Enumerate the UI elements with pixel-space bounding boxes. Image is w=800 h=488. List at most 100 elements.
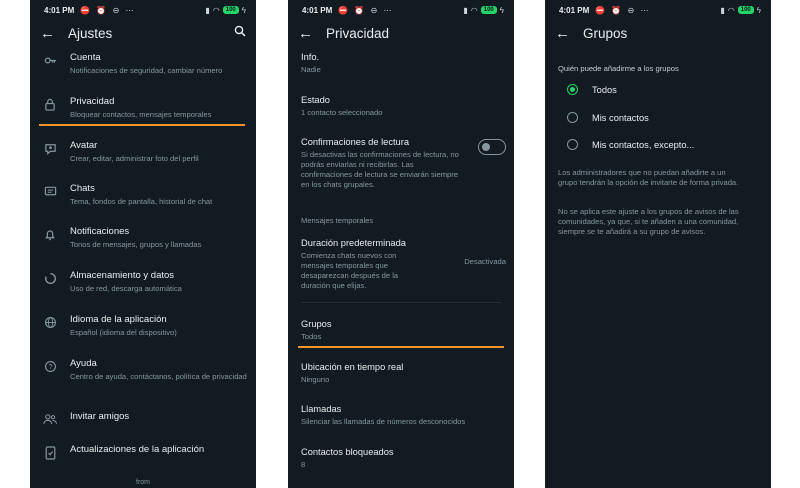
- privacidad-highlight-underline: [39, 124, 245, 126]
- settings-item-title: Almacenamiento y datos: [70, 270, 175, 281]
- groups-note-admins: Los administradores que no puedan añadir…: [558, 168, 739, 187]
- status-time: 4:01 PM: [302, 5, 333, 15]
- groups-screen: 4:01 PM ⛔ ⏰ ⊖ ⋯ ▮ ◠ 100 ϟ ← Grupos Quién…: [545, 0, 771, 488]
- groups-heading: Quién puede añadirme a los grupos: [558, 64, 679, 73]
- app-bar: ← Grupos: [545, 20, 771, 46]
- settings-item-subtitle: Notificaciones de seguridad, cambiar núm…: [70, 66, 223, 75]
- settings-item-subtitle: Tema, fondos de pantalla, historial de c…: [70, 197, 213, 206]
- settings-item-title: Invitar amigos: [70, 411, 130, 422]
- settings-item-privacidad[interactable]: Privacidad Bloquear contactos, mensajes t…: [30, 96, 256, 120]
- wifi-icon: ◠: [727, 5, 735, 15]
- privacy-item-title: Info.: [301, 52, 320, 62]
- settings-item-title: Avatar: [70, 140, 98, 151]
- key-icon: [30, 52, 70, 76]
- app-bar: ← Ajustes: [30, 20, 256, 46]
- divider: [301, 302, 501, 303]
- storage-icon: [30, 270, 70, 294]
- settings-item-title: Chats: [70, 183, 95, 194]
- toggle-knob: [482, 143, 490, 151]
- radio-button-icon[interactable]: [567, 112, 578, 123]
- globe-icon: [30, 314, 70, 338]
- radio-option-mis-contactos[interactable]: Mis contactos: [567, 112, 649, 123]
- section-mensajes-temporales: Mensajes temporales: [301, 216, 374, 225]
- status-bar: 4:01 PM ⛔ ⏰ ⊖ ⋯ ▮ ◠ 100 ϟ: [30, 0, 256, 20]
- status-icons: ⛔ ⏰ ⊖ ⋯: [338, 5, 394, 15]
- radio-option-todos[interactable]: Todos: [567, 84, 617, 95]
- back-arrow-icon[interactable]: ←: [298, 26, 320, 41]
- privacy-item-subtitle: Comienza chats nuevos con mensajes tempo…: [301, 251, 399, 290]
- settings-item-almacenamiento[interactable]: Almacenamiento y datos Uso de red, descar…: [30, 270, 256, 294]
- privacy-item-title: Grupos: [301, 319, 332, 329]
- radio-button-icon[interactable]: [567, 84, 578, 95]
- settings-item-title: Ayuda: [70, 358, 97, 369]
- privacy-item-subtitle: 8: [301, 460, 306, 469]
- privacy-item-subtitle: Ninguno: [301, 375, 330, 384]
- settings-item-chats[interactable]: Chats Tema, fondos de pantalla, historial…: [30, 183, 256, 207]
- battery-icon: 100: [222, 6, 239, 14]
- search-icon[interactable]: [234, 24, 246, 42]
- charging-icon: ϟ: [241, 5, 246, 15]
- privacy-item-title: Duración predeterminada: [301, 238, 406, 248]
- settings-item-subtitle: Uso de red, descarga automática: [70, 284, 182, 293]
- signal-icon: ▮: [205, 5, 210, 15]
- settings-item-title: Privacidad: [70, 96, 115, 107]
- wifi-icon: ◠: [470, 5, 478, 15]
- privacy-item-title: Contactos bloqueados: [301, 447, 394, 457]
- radio-button-icon[interactable]: [567, 139, 578, 150]
- settings-item-notificaciones[interactable]: Notificaciones Tonos de mensajes, grupos …: [30, 226, 256, 250]
- settings-item-avatar[interactable]: Avatar Crear, editar, administrar foto de…: [30, 140, 256, 164]
- settings-item-subtitle: Bloquear contactos, mensajes temporales: [70, 110, 212, 119]
- lock-icon: [30, 96, 70, 120]
- settings-item-subtitle: Tonos de mensajes, grupos y llamadas: [70, 240, 202, 249]
- battery-icon: 100: [737, 6, 754, 14]
- charging-icon: ϟ: [499, 5, 504, 15]
- privacy-item-estado[interactable]: Estado 1 contacto seleccionado: [301, 94, 506, 118]
- radio-option-mis-contactos-excepto[interactable]: Mis contactos, excepto...: [567, 139, 694, 150]
- bell-icon: [30, 226, 70, 250]
- signal-icon: ▮: [720, 5, 725, 15]
- read-receipts-toggle[interactable]: [478, 139, 506, 155]
- status-time: 4:01 PM: [44, 5, 75, 15]
- privacy-item-title: Ubicación en tiempo real: [301, 362, 404, 372]
- duracion-value: Desactivada: [464, 257, 506, 266]
- charging-icon: ϟ: [756, 5, 761, 15]
- privacy-item-info[interactable]: Info. Nadie: [301, 51, 506, 75]
- privacy-screen: 4:01 PM ⛔ ⏰ ⊖ ⋯ ▮ ◠ 100 ϟ ← Privacidad I…: [288, 0, 514, 488]
- radio-option-label: Mis contactos: [592, 112, 649, 123]
- page-title: Grupos: [583, 25, 628, 41]
- privacy-item-subtitle: Todos: [301, 332, 322, 341]
- privacy-item-title: Llamadas: [301, 404, 342, 414]
- settings-item-title: Cuenta: [70, 52, 101, 63]
- privacy-item-llamadas[interactable]: Llamadas Silenciar las llamadas de númer…: [301, 403, 506, 427]
- privacy-item-subtitle: 1 contacto seleccionado: [301, 108, 383, 117]
- settings-item-idioma[interactable]: Idioma de la aplicación Español (idioma d…: [30, 314, 256, 338]
- settings-item-title: Idioma de la aplicación: [70, 314, 167, 325]
- settings-item-cuenta[interactable]: Cuenta Notificaciones de seguridad, cambi…: [30, 52, 256, 76]
- battery-icon: 100: [480, 6, 497, 14]
- privacy-item-confirmaciones[interactable]: Confirmaciones de lectura Si desactivas …: [301, 136, 506, 190]
- privacy-item-grupos[interactable]: Grupos Todos: [301, 318, 506, 342]
- privacy-item-duracion[interactable]: Duración predeterminada Comienza chats n…: [301, 237, 506, 291]
- avatar-icon: [30, 140, 70, 164]
- footer-from: from: [136, 479, 150, 486]
- privacy-item-ubicacion[interactable]: Ubicación en tiempo real Ninguno: [301, 361, 506, 385]
- groups-note-communities: No se aplica este ajuste a los grupos de…: [558, 207, 739, 236]
- settings-item-subtitle: Español (idioma del dispositivo): [70, 328, 177, 337]
- settings-screen: 4:01 PM ⛔ ⏰ ⊖ ⋯ ▮ ◠ 100 ϟ ← Ajustes Cuen…: [30, 0, 256, 488]
- chat-icon: [30, 183, 70, 207]
- grupos-highlight-underline: [298, 346, 504, 348]
- settings-item-invitar[interactable]: Invitar amigos: [30, 411, 256, 425]
- settings-item-actualizaciones[interactable]: Actualizaciones de la aplicación: [30, 444, 256, 460]
- settings-item-ayuda[interactable]: ? Ayuda Centro de ayuda, contáctanos, pol…: [30, 358, 256, 382]
- settings-item-subtitle: Crear, editar, administrar foto del perf…: [70, 154, 199, 163]
- privacy-item-subtitle: Si desactivas las confirmaciones de lect…: [301, 150, 459, 189]
- settings-item-subtitle: Centro de ayuda, contáctanos, política d…: [70, 372, 247, 381]
- privacy-item-title: Confirmaciones de lectura: [301, 137, 409, 147]
- back-arrow-icon[interactable]: ←: [555, 26, 577, 41]
- wifi-icon: ◠: [212, 5, 220, 15]
- page-title: Privacidad: [326, 25, 390, 41]
- status-icons: ⛔ ⏰ ⊖ ⋯: [80, 5, 136, 15]
- back-arrow-icon[interactable]: ←: [40, 26, 62, 41]
- privacy-item-bloqueados[interactable]: Contactos bloqueados 8: [301, 446, 506, 470]
- status-time: 4:01 PM: [559, 5, 590, 15]
